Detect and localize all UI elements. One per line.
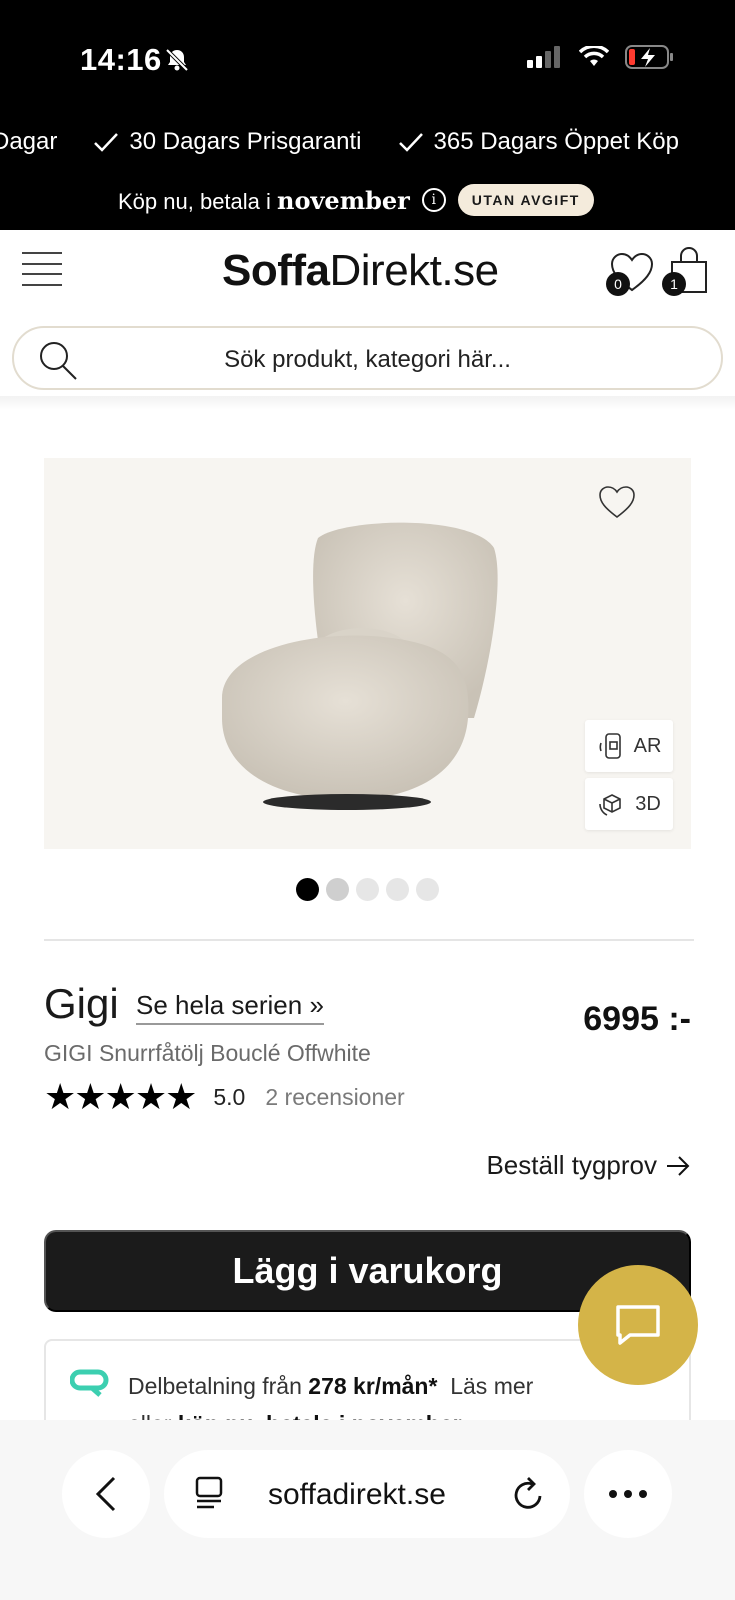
- header-shadow: [0, 396, 735, 410]
- wifi-icon: [579, 46, 609, 66]
- bell-muted-icon: [165, 48, 189, 72]
- cart-count: 1: [662, 272, 686, 296]
- browser-more-button[interactable]: [584, 1450, 672, 1538]
- usp-label: 30 Dagars Prisgaranti: [129, 128, 362, 155]
- checkmark-icon: [94, 133, 119, 152]
- search-placeholder: Sök produkt, kategori här...: [224, 346, 511, 373]
- cart-button[interactable]: 1: [662, 246, 712, 296]
- divider: [44, 939, 694, 941]
- gallery-wishlist-heart-icon[interactable]: [597, 484, 637, 520]
- gallery-dot[interactable]: [416, 878, 439, 901]
- pay-later-text: Köp nu, betala i november: [118, 185, 410, 215]
- usp-item: 30 Dagars Prisgaranti: [93, 128, 362, 156]
- site-header: SoffaDirekt.se 0 1: [0, 230, 735, 314]
- status-icons: [527, 44, 675, 70]
- ar-phone-icon: [599, 733, 621, 759]
- search-input[interactable]: Sök produkt, kategori här...: [12, 326, 723, 390]
- gallery-pagination: [296, 878, 439, 901]
- promo-banner: Dagar 30 Dagars Prisgaranti 365 Dagars Ö…: [0, 118, 735, 230]
- wishlist-count: 0: [606, 272, 630, 296]
- gallery-dot[interactable]: [386, 878, 409, 901]
- 3d-label: 3D: [635, 792, 661, 815]
- usp-item: 365 Dagars Öppet Köp: [398, 128, 680, 156]
- product-price: 6995 :-: [583, 1000, 691, 1038]
- checkmark-icon: [398, 133, 423, 152]
- status-bar: 14:16: [0, 0, 735, 118]
- review-count[interactable]: 2 recensioner: [265, 1084, 404, 1111]
- gallery-dot[interactable]: [296, 878, 319, 901]
- usp-label: 365 Dagars Öppet Köp: [433, 128, 680, 155]
- site-logo[interactable]: SoffaDirekt.se: [222, 246, 499, 296]
- usp-label: Dagar: [0, 128, 58, 155]
- status-time: 14:16: [80, 42, 162, 77]
- read-more-link[interactable]: Läs mer: [450, 1373, 533, 1399]
- gallery-dot[interactable]: [356, 878, 379, 901]
- financing-logo-icon: [70, 1369, 109, 1397]
- address-bar[interactable]: soffadirekt.se: [164, 1450, 570, 1538]
- reload-icon[interactable]: [512, 1476, 546, 1512]
- chevron-left-icon: [95, 1476, 116, 1512]
- cellular-signal-icon: [527, 46, 560, 68]
- product-name: Gigi: [44, 980, 119, 1027]
- product-image-gallery[interactable]: AR 3D: [44, 458, 691, 849]
- info-icon[interactable]: i: [421, 188, 446, 212]
- browser-toolbar: soffadirekt.se: [0, 1420, 735, 1600]
- arrow-right-icon: [667, 1155, 690, 1176]
- menu-icon[interactable]: [22, 252, 62, 286]
- ar-label: AR: [633, 734, 662, 757]
- reader-mode-icon: [195, 1476, 223, 1509]
- order-fabric-sample-link[interactable]: Beställ tygprov: [486, 1150, 691, 1181]
- product-image-chair: [222, 522, 498, 810]
- sample-link-label: Beställ tygprov: [486, 1150, 657, 1180]
- url-text: soffadirekt.se: [268, 1478, 446, 1511]
- wishlist-button[interactable]: 0: [606, 250, 656, 296]
- star-rating-icon: ★★★★★: [44, 1076, 197, 1117]
- see-series-link[interactable]: Se hela serien »: [136, 990, 324, 1025]
- battery-charging-icon: [625, 45, 673, 69]
- usp-row: Dagar 30 Dagars Prisgaranti 365 Dagars Ö…: [0, 128, 679, 156]
- product-subtitle: GIGI Snurrfåtölj Bouclé Offwhite: [44, 1040, 371, 1066]
- chat-bubble-icon: [616, 1305, 660, 1345]
- pay-later-row[interactable]: Köp nu, betala i november i UTAN AVGIFT: [118, 184, 594, 216]
- product-rating[interactable]: ★★★★★ 5.0 2 recensioner: [44, 1076, 405, 1118]
- rating-value: 5.0: [213, 1083, 246, 1110]
- ar-button[interactable]: AR: [585, 720, 673, 772]
- gallery-dot[interactable]: [326, 878, 349, 901]
- browser-back-button[interactable]: [62, 1450, 150, 1538]
- 3d-cube-icon: [599, 794, 621, 816]
- no-fee-badge: UTAN AVGIFT: [457, 184, 594, 216]
- more-dots-icon: [609, 1490, 647, 1498]
- usp-item: Dagar: [0, 128, 57, 156]
- 3d-view-button[interactable]: 3D: [585, 778, 673, 830]
- chat-button[interactable]: [578, 1265, 698, 1385]
